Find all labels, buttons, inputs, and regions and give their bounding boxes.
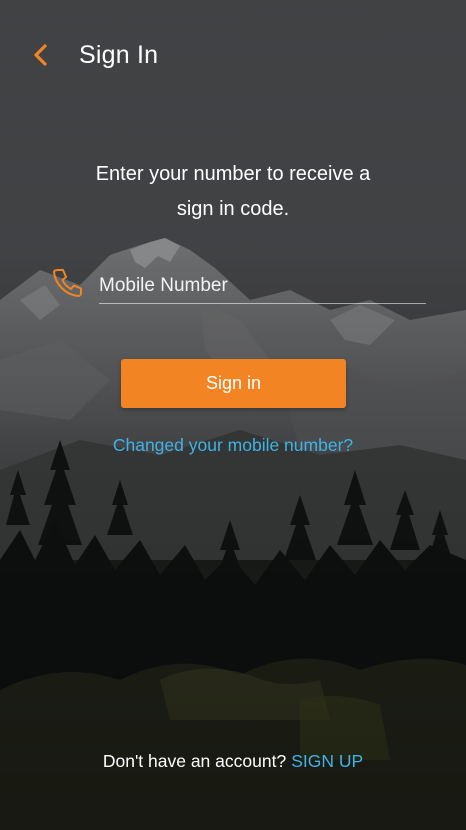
changed-mobile-number-link[interactable]: Changed your mobile number? <box>60 433 406 457</box>
page-title: Sign In <box>79 41 159 69</box>
instruction-text: Enter your number to receive a sign in c… <box>60 157 406 227</box>
chevron-left-icon <box>34 44 47 66</box>
header: Sign In <box>0 0 466 110</box>
no-account-prompt: Don't have an account? <box>102 751 287 771</box>
sign-up-link[interactable]: SIGN UP <box>291 751 363 771</box>
footer: Don't have an account? SIGN UP <box>0 749 466 773</box>
mountain-forest-background <box>0 0 466 830</box>
instruction-line-2: sign in code. <box>176 198 290 220</box>
sign-in-screen: Sign In Enter your number to receive a s… <box>0 0 466 830</box>
back-button[interactable] <box>24 38 58 72</box>
instruction-line-1: Enter your number to receive a <box>95 163 371 185</box>
phone-icon <box>53 269 82 297</box>
sign-in-button[interactable]: Sign in <box>121 359 346 408</box>
mobile-number-input[interactable] <box>99 268 426 304</box>
